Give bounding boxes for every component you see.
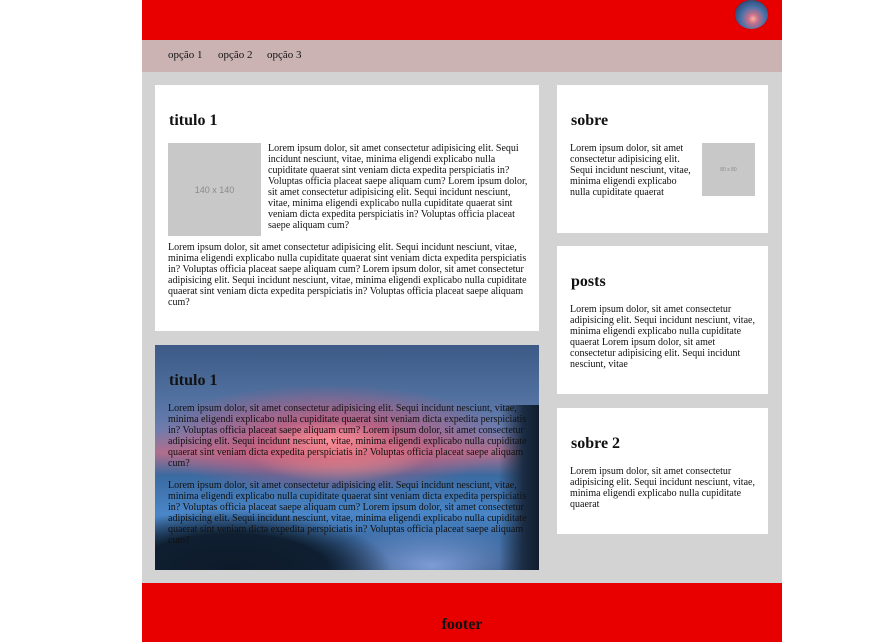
header-bar [142, 0, 782, 40]
article-paragraph: Lorem ipsum dolor, sit amet consectetur … [168, 242, 527, 308]
footer-bar: footer [142, 583, 782, 642]
sidebar-about-card: sobre Lorem ipsum dolor, sit amet consec… [557, 85, 768, 233]
article-paragraph: Lorem ipsum dolor, sit amet consectetur … [168, 480, 527, 546]
sidebar-title: sobre [571, 112, 609, 129]
nav-item-opcao-3[interactable]: opção 3 [267, 49, 302, 61]
sidebar-title: sobre 2 [571, 435, 621, 452]
image-placeholder: 80 x 80 [702, 143, 755, 196]
sidebar-posts-card: posts Lorem ipsum dolor, sit amet consec… [557, 246, 768, 394]
main-article-card: titulo 1 140 x 140 Lorem ipsum dolor, si… [155, 85, 539, 331]
placeholder-label: 80 x 80 [720, 166, 737, 173]
article-title: titulo 1 [169, 112, 218, 129]
article-paragraph: Lorem ipsum dolor, sit amet consectetur … [268, 143, 528, 231]
sidebar-text: Lorem ipsum dolor, sit amet consectetur … [570, 143, 691, 198]
footer-label: footer [441, 616, 483, 633]
sidebar-about2-card: sobre 2 Lorem ipsum dolor, sit amet cons… [557, 408, 768, 534]
image-placeholder: 140 x 140 [168, 143, 261, 236]
sidebar-text: Lorem ipsum dolor, sit amet consectetur … [570, 304, 755, 370]
user-avatar-icon[interactable] [735, 0, 768, 29]
nav-item-opcao-2[interactable]: opção 2 [218, 49, 253, 61]
article-title: titulo 1 [169, 372, 218, 389]
sidebar-text: Lorem ipsum dolor, sit amet consectetur … [570, 466, 755, 510]
nav-item-opcao-1[interactable]: opção 1 [168, 49, 203, 61]
article-paragraph: Lorem ipsum dolor, sit amet consectetur … [168, 403, 527, 469]
sidebar-title: posts [571, 273, 606, 290]
placeholder-label: 140 x 140 [194, 184, 235, 195]
image-background-card: titulo 1 Lorem ipsum dolor, sit amet con… [155, 345, 539, 570]
